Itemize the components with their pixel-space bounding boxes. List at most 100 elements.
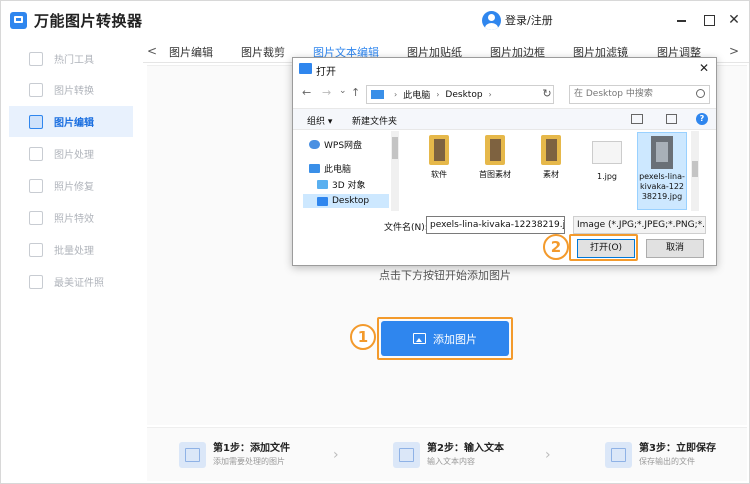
organize-button[interactable]: 组织 ▾ bbox=[307, 114, 332, 127]
tab-image-crop[interactable]: 图片裁剪 bbox=[241, 44, 285, 60]
file-item-folder[interactable]: 软件 bbox=[411, 135, 467, 180]
add-image-label: 添加图片 bbox=[433, 332, 477, 346]
up-arrow-icon[interactable]: ↑ bbox=[351, 86, 360, 99]
sidebar-item-id-photo[interactable]: 最美证件照 bbox=[9, 266, 133, 297]
cloud-icon bbox=[309, 140, 320, 149]
folder-tree: WPS网盘 此电脑 3D 对象 Desktop bbox=[293, 131, 399, 211]
sidebar-item-label: 热门工具 bbox=[54, 55, 94, 66]
photo-thumbnail bbox=[651, 136, 673, 169]
step-add-file: 第1步：添加文件 添加需要处理的图片 bbox=[179, 442, 290, 468]
tree-scrollbar[interactable] bbox=[391, 131, 399, 211]
computer-icon bbox=[371, 90, 384, 99]
tree-scrollbar-thumb[interactable] bbox=[392, 137, 398, 159]
desktop-icon bbox=[317, 196, 328, 206]
steps-bar: 第1步：添加文件 添加需要处理的图片 › 第2步：输入文本 输入文本内容 › 第… bbox=[147, 427, 747, 481]
dialog-nav-row: ← → ⌄ ↑ › 此电脑 › Desktop › ↻ 在 Desktop 中搜… bbox=[293, 82, 716, 106]
address-folder[interactable]: Desktop bbox=[445, 90, 482, 100]
minimize-button[interactable] bbox=[674, 12, 690, 28]
sidebar-item-label: 图片转换 bbox=[54, 86, 94, 97]
help-icon[interactable]: ? bbox=[696, 113, 708, 125]
sidebar: 热门工具 图片转换 图片编辑 图片处理 照片修复 照片特效 批量处理 最美证件照 bbox=[1, 41, 135, 481]
tab-prev-button[interactable]: < bbox=[147, 44, 157, 58]
add-file-icon bbox=[179, 442, 206, 468]
sidebar-item-photo-repair[interactable]: 照片修复 bbox=[9, 170, 133, 201]
open-file-dialog: 打开 ✕ ← → ⌄ ↑ › 此电脑 › Desktop › ↻ 在 Deskt… bbox=[292, 57, 717, 266]
image-edit-icon bbox=[29, 114, 43, 129]
recent-dropdown-icon[interactable]: ⌄ bbox=[339, 86, 347, 96]
sidebar-item-image-process[interactable]: 图片处理 bbox=[9, 138, 133, 169]
login-label: 登录/注册 bbox=[505, 14, 553, 27]
save-icon bbox=[605, 442, 632, 468]
folder-icon bbox=[485, 135, 505, 165]
filename-label: 文件名(N): bbox=[384, 223, 428, 233]
tree-item-wps-cloud[interactable]: WPS网盘 bbox=[309, 138, 362, 151]
step-desc: 保存输出的文件 bbox=[639, 457, 695, 466]
sidebar-item-label: 批量处理 bbox=[54, 246, 94, 257]
tab-image-edit[interactable]: 图片编辑 bbox=[169, 44, 213, 60]
file-label: 素材 bbox=[543, 170, 559, 179]
file-item-folder[interactable]: 素材 bbox=[523, 135, 579, 180]
tree-item-3d-objects[interactable]: 3D 对象 bbox=[317, 178, 366, 191]
step-save: 第3步：立即保存 保存输出的文件 bbox=[605, 442, 716, 468]
app-title: 万能图片转换器 bbox=[34, 12, 143, 30]
tree-item-label: 3D 对象 bbox=[332, 181, 366, 191]
file-item-jpg[interactable]: 1.jpg bbox=[579, 135, 635, 182]
annotation-box-open bbox=[569, 234, 638, 261]
close-button[interactable]: ✕ bbox=[726, 12, 742, 28]
file-list: 软件 首图素材 素材 1.jpg pexels-lina-kivaka-1223… bbox=[401, 131, 707, 211]
cancel-button[interactable]: 取消 bbox=[646, 239, 704, 258]
3d-objects-icon bbox=[317, 180, 328, 189]
tree-item-label: Desktop bbox=[332, 196, 370, 206]
add-image-button[interactable]: 添加图片 bbox=[381, 321, 509, 356]
sidebar-item-image-edit[interactable]: 图片编辑 bbox=[9, 106, 133, 137]
maximize-button[interactable] bbox=[701, 12, 717, 28]
image-icon bbox=[413, 333, 426, 344]
sidebar-item-label: 图片处理 bbox=[54, 150, 94, 161]
add-image-hint: 点击下方按钮开始添加图片 bbox=[379, 269, 511, 282]
input-text-icon bbox=[393, 442, 420, 468]
forward-arrow-icon[interactable]: → bbox=[322, 86, 331, 99]
step-title: 第1步：添加文件 bbox=[213, 443, 290, 454]
file-scrollbar[interactable] bbox=[691, 131, 699, 211]
new-folder-button[interactable]: 新建文件夹 bbox=[352, 114, 397, 127]
file-item-folder[interactable]: 首图素材 bbox=[467, 135, 523, 180]
chevron-right-icon: › bbox=[333, 447, 339, 463]
dialog-close-button[interactable]: ✕ bbox=[699, 61, 709, 75]
filename-input[interactable]: pexels-lina-kivaka-12238219.jpg bbox=[426, 216, 565, 234]
folder-icon bbox=[429, 135, 449, 165]
address-root[interactable]: 此电脑 bbox=[403, 88, 430, 101]
image-process-icon bbox=[29, 146, 43, 161]
address-bar[interactable]: › 此电脑 › Desktop › bbox=[366, 85, 554, 104]
photo-repair-icon bbox=[29, 178, 43, 193]
sidebar-item-image-convert[interactable]: 图片转换 bbox=[9, 74, 133, 105]
file-label: 1.jpg bbox=[596, 172, 617, 181]
step-desc: 输入文本内容 bbox=[427, 457, 475, 466]
tree-item-this-pc[interactable]: 此电脑 bbox=[309, 162, 351, 175]
sidebar-item-batch[interactable]: 批量处理 bbox=[9, 234, 133, 265]
file-scrollbar-thumb[interactable] bbox=[692, 161, 698, 177]
dialog-command-row: 组织 ▾ 新建文件夹 ? bbox=[293, 108, 716, 130]
login-button[interactable]: 登录/注册 bbox=[482, 10, 553, 30]
annotation-marker-2: 2 bbox=[543, 234, 569, 260]
tab-next-button[interactable]: > bbox=[729, 44, 739, 58]
refresh-icon[interactable]: ↻ bbox=[538, 85, 556, 104]
file-item-selected-photo[interactable]: pexels-lina-kivaka-12238219.jpg bbox=[637, 132, 687, 210]
view-options-icon[interactable] bbox=[631, 114, 643, 124]
step-input-text: 第2步：输入文本 输入文本内容 bbox=[393, 442, 504, 468]
preview-pane-icon[interactable] bbox=[666, 114, 677, 124]
tree-item-label: 此电脑 bbox=[324, 165, 352, 175]
step-desc: 添加需要处理的图片 bbox=[213, 457, 285, 466]
tree-item-desktop[interactable]: Desktop bbox=[303, 194, 389, 208]
sidebar-item-hot-tools[interactable]: 热门工具 bbox=[9, 43, 133, 74]
back-arrow-icon[interactable]: ← bbox=[302, 86, 311, 99]
user-avatar-icon bbox=[482, 10, 501, 30]
file-label: 首图素材 bbox=[479, 170, 511, 179]
annotation-marker-1: 1 bbox=[350, 324, 376, 350]
folder-icon bbox=[541, 135, 561, 165]
file-label: pexels-lina-kivaka-12238219.jpg bbox=[639, 172, 685, 201]
file-type-filter[interactable]: Image (*.JPG;*.JPEG;*.PNG;*.BMP;*.TIF) bbox=[573, 216, 706, 234]
dialog-search-input[interactable]: 在 Desktop 中搜索 bbox=[569, 85, 710, 104]
title-bar: 万能图片转换器 登录/注册 ✕ bbox=[1, 1, 749, 39]
sidebar-item-label: 最美证件照 bbox=[54, 278, 104, 289]
sidebar-item-photo-effect[interactable]: 照片特效 bbox=[9, 202, 133, 233]
